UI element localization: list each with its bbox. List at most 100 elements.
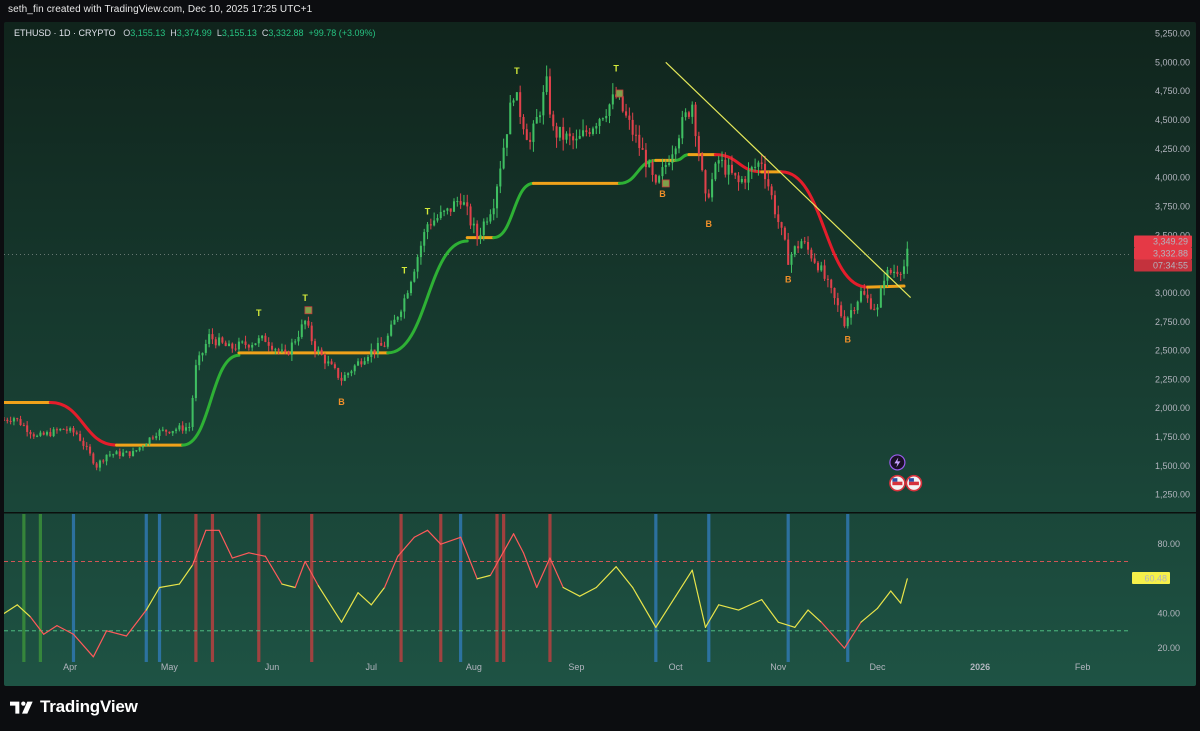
candle-body	[707, 193, 710, 198]
candle-body	[578, 135, 581, 139]
price-axis-tick: 3,000.00	[1155, 288, 1190, 298]
candle-body	[12, 418, 15, 422]
candle-body	[218, 337, 221, 346]
candle-body	[879, 288, 882, 308]
price-axis-tick: 4,500.00	[1155, 115, 1190, 125]
candle-body	[816, 262, 819, 271]
time-axis-tick: Nov	[770, 662, 787, 672]
candle-body	[681, 117, 684, 139]
time-axis-tick: Jun	[265, 662, 280, 672]
signal-t-label: T	[613, 64, 619, 74]
symbol-label[interactable]: ETHUSD · 1D · CRYPTO	[14, 28, 116, 38]
candle-body	[697, 136, 700, 155]
oscillator-axis-tick: 40.00	[1157, 608, 1180, 618]
candle-body	[155, 435, 158, 439]
candle-body	[899, 273, 902, 275]
candle-body	[403, 298, 406, 312]
candle-body	[26, 425, 29, 432]
candle-body	[330, 361, 333, 365]
candle-body	[648, 162, 651, 168]
candle-body	[793, 246, 796, 255]
candle-body	[641, 148, 644, 150]
candle-body	[125, 451, 128, 453]
candle-body	[284, 349, 287, 352]
candle-body	[406, 293, 409, 299]
candle-body	[876, 307, 879, 310]
candle-body	[535, 116, 538, 124]
candle-body	[820, 265, 823, 271]
candle-body	[499, 168, 502, 187]
candle-body	[810, 249, 813, 259]
candle-body	[853, 310, 856, 312]
candle-body	[476, 223, 479, 239]
candle-body	[386, 335, 389, 347]
candle-body	[161, 429, 164, 431]
candle-body	[36, 435, 39, 437]
candle-body	[605, 115, 608, 119]
candle-body	[846, 317, 849, 327]
signal-t-label: T	[402, 265, 408, 275]
signal-b-label: B	[785, 275, 792, 285]
candle-body	[495, 186, 499, 209]
candle-body	[830, 279, 833, 288]
candle-body	[122, 452, 125, 457]
candle-body	[588, 132, 591, 134]
candle-body	[677, 138, 681, 149]
candle-body	[227, 343, 231, 347]
time-axis-tick: Feb	[1075, 662, 1091, 672]
candle-body	[221, 337, 224, 343]
candle-body	[734, 172, 737, 176]
candle-body	[49, 432, 52, 437]
signal-t-label: T	[302, 293, 308, 303]
candle-body	[452, 201, 456, 212]
candle-body	[539, 115, 542, 117]
candle-body	[191, 397, 194, 427]
candle-body	[280, 349, 283, 351]
candle-body	[644, 149, 647, 168]
candle-body	[52, 429, 55, 437]
candle-body	[55, 429, 58, 431]
candle-body	[181, 425, 184, 431]
candle-body	[89, 446, 92, 454]
candle-body	[6, 419, 9, 421]
candle-body	[45, 432, 49, 435]
low-value: 3,155.13	[221, 28, 257, 38]
candle-body	[165, 429, 168, 432]
candle-body	[502, 147, 505, 169]
candle-body	[449, 208, 452, 212]
price-tag-label: 07:34:55	[1153, 261, 1188, 271]
candle-body	[98, 460, 101, 468]
candle-body	[347, 373, 350, 376]
candle-body	[360, 361, 363, 365]
candle-body	[486, 221, 489, 223]
oscillator-signal-band	[846, 514, 850, 662]
candle-body	[366, 357, 369, 362]
candle-body	[267, 341, 270, 346]
price-axis-tick: 2,750.00	[1155, 317, 1190, 327]
candle-body	[175, 429, 178, 431]
price-axis-tick: 1,750.00	[1155, 432, 1190, 442]
candle-body	[866, 294, 869, 299]
candle-body	[184, 427, 188, 431]
oscillator-value-label: 60.48	[1144, 574, 1167, 584]
chart-canvas[interactable]: T T B T T T T B B B B 5,250.00 5,000.00 4,750.00 4,50…	[4, 22, 1196, 686]
oscillator-axis-tick: 20.00	[1157, 643, 1180, 653]
candle-body	[492, 208, 495, 215]
candle-body	[714, 163, 717, 180]
time-axis-tick: Jul	[366, 662, 378, 672]
candle-body	[353, 365, 356, 372]
candle-body	[558, 126, 561, 138]
candle-body	[396, 316, 399, 320]
candle-body	[572, 136, 575, 141]
signal-t-label: T	[425, 207, 431, 217]
candle-body	[294, 341, 297, 343]
pane-divider[interactable]	[4, 512, 1196, 514]
candle-body	[836, 298, 839, 306]
chart-area[interactable]: T T B T T T T B B B B 5,250.00 5,000.00 4,750.00 4,50…	[4, 22, 1196, 686]
candle-body	[797, 246, 800, 249]
candle-body	[545, 76, 548, 93]
candle-body	[608, 104, 611, 116]
candle-body	[135, 450, 138, 452]
time-axis-tick: Dec	[870, 662, 887, 672]
oscillator-signal-band	[22, 514, 26, 662]
